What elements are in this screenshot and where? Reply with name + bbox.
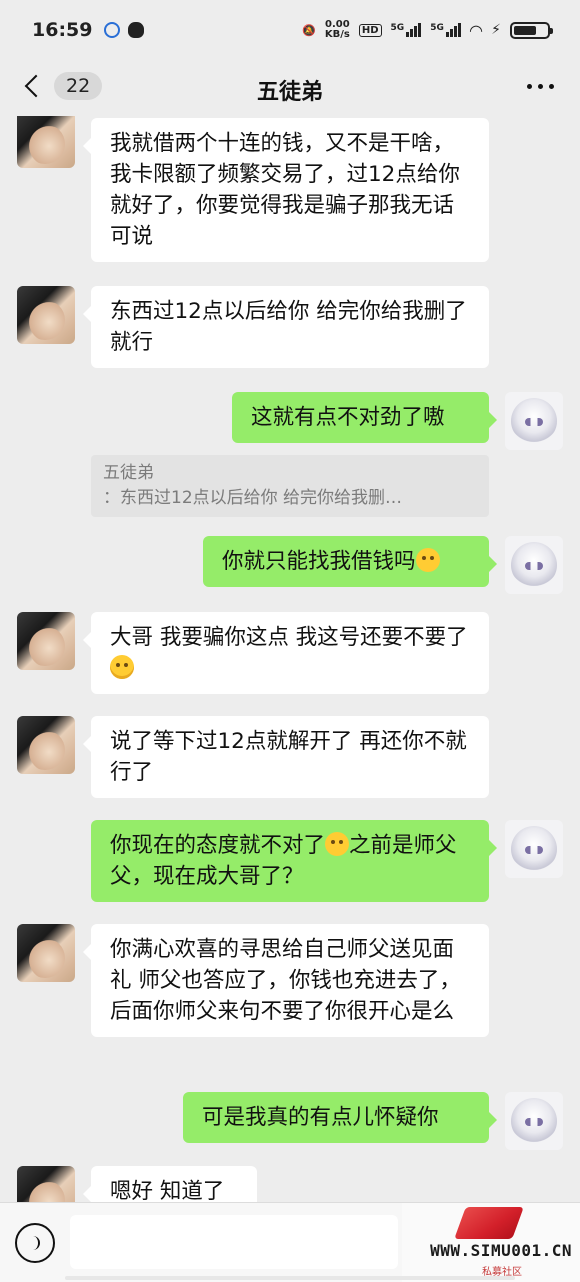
message-text: 你就只能找我借钱吗 — [222, 549, 416, 574]
message-bubble-received[interactable]: 我就借两个十连的钱，又不是干啥，我卡限额了频繁交易了，过12点给你就好了，你要觉… — [83, 118, 489, 262]
hd-icon: HD — [358, 23, 382, 37]
watermark-logo — [454, 1207, 524, 1239]
message-bubble-sent[interactable]: 可是我真的有点儿怀疑你 — [183, 1092, 497, 1143]
watermark-text: WWW.SIMU001.CN — [430, 1241, 572, 1260]
sync-icon — [104, 22, 121, 38]
back-button[interactable]: 22 — [22, 72, 103, 100]
message-bubble-received[interactable]: 你满心欢喜的寻思给自己师父送见面礼 师父也答应了，你钱也充进去了，后面你师父来句… — [83, 924, 489, 1037]
sim1-label: 5G — [390, 23, 405, 33]
message-bubble-received[interactable]: 说了等下过12点就解开了 再还你不就行了 — [83, 716, 489, 798]
status-indicators: 🔕 0.00 KB/s HD 5G 5G ◠ ⚡ — [302, 20, 553, 40]
more-dot-icon — [549, 84, 554, 89]
status-bar: 16:59 🔕 0.00 KB/s HD 5G 5G ◠ ⚡ — [0, 0, 580, 60]
voice-icon — [30, 1236, 40, 1250]
nav-handle — [65, 1276, 515, 1280]
contact-avatar[interactable] — [17, 612, 75, 670]
message-text: 你现在的态度就不对了 — [110, 833, 326, 858]
quoted-message[interactable]: 五徒弟 ：东西过12点以后给你 给完你给我删… — [91, 455, 489, 517]
crying-face-icon — [415, 548, 440, 572]
message-bubble-received[interactable]: 东西过12点以后给你 给完你给我删了就行 — [83, 286, 489, 368]
message-bubble-sent[interactable]: 这就有点不对劲了嗷 — [232, 392, 497, 443]
sweat-face-icon — [110, 655, 134, 679]
more-options-button[interactable] — [527, 84, 554, 89]
message-input[interactable] — [70, 1215, 398, 1269]
quote-sender: 五徒弟 — [103, 463, 154, 483]
signal-icon-sim2: 5G — [430, 23, 461, 37]
quote-text: ：东西过12点以后给你 给完你给我删… — [103, 488, 403, 508]
charging-icon: ⚡ — [491, 22, 501, 38]
net-speed-unit: KB/s — [324, 29, 350, 40]
watermark: WWW.SIMU001.CN 私募社区 — [402, 1203, 580, 1282]
sim2-label: 5G — [430, 23, 444, 33]
sob-face-icon — [325, 832, 350, 856]
contact-avatar[interactable] — [17, 286, 75, 344]
message-text: 大哥 我要骗你这点 我这号还要不要了 — [110, 625, 468, 650]
my-avatar[interactable] — [505, 536, 563, 594]
contact-avatar[interactable] — [17, 716, 75, 774]
chat-header: 22 五徒弟 — [0, 60, 580, 116]
contact-avatar[interactable] — [17, 924, 75, 982]
message-bubble-sent[interactable]: 你现在的态度就不对了 之前是师父父，现在成大哥了？ — [91, 820, 497, 902]
more-dot-icon — [527, 84, 532, 89]
my-avatar[interactable] — [505, 392, 563, 450]
message-list[interactable]: 我就借两个十连的钱，又不是干啥，我卡限额了频繁交易了，过12点给你就好了，你要觉… — [0, 116, 580, 1202]
more-dot-icon — [538, 84, 543, 89]
status-app-icons — [104, 22, 145, 38]
my-avatar[interactable] — [505, 1092, 563, 1150]
qq-icon — [128, 22, 145, 38]
message-bubble-received[interactable]: 大哥 我要骗你这点 我这号还要不要了 — [83, 612, 489, 694]
wifi-icon: ◠ — [469, 20, 483, 40]
signal-icon-sim1: 5G — [391, 23, 422, 37]
message-bubble-received[interactable]: 嗯好 知道了 — [83, 1166, 257, 1202]
unread-badge: 22 — [54, 72, 103, 100]
battery-icon — [510, 21, 553, 39]
contact-avatar[interactable] — [17, 116, 75, 168]
status-time: 16:59 — [32, 19, 93, 41]
net-speed: 0.00 KB/s — [325, 20, 350, 40]
chevron-left-icon — [24, 74, 48, 98]
battery-fill — [514, 25, 537, 35]
contact-avatar[interactable] — [17, 1166, 75, 1202]
voice-input-button[interactable] — [15, 1223, 55, 1263]
message-bubble-sent[interactable]: 你就只能找我借钱吗 — [203, 536, 497, 587]
input-bar: WWW.SIMU001.CN 私募社区 — [0, 1202, 580, 1282]
my-avatar[interactable] — [505, 820, 563, 878]
mute-icon: 🔕 — [302, 23, 316, 37]
